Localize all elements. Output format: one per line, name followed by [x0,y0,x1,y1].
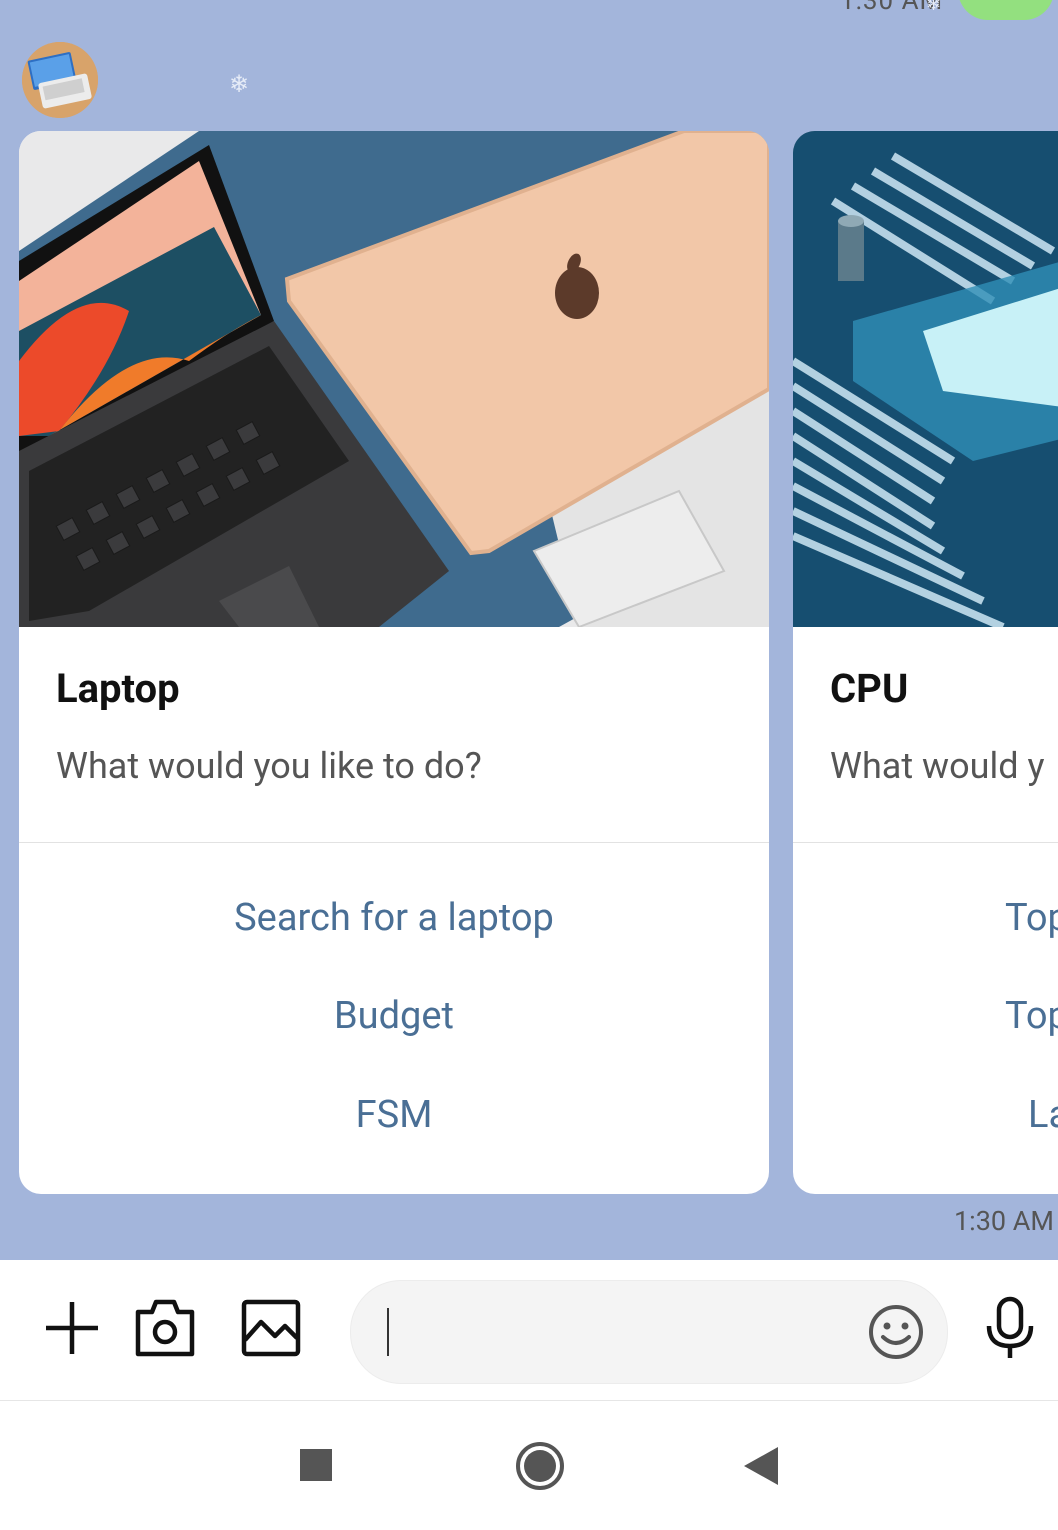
cpu-card: CPU What would y Top Top La [793,131,1058,1194]
emoji-icon[interactable] [867,1303,925,1361]
cpu-action-1-button[interactable]: Top [1005,896,1058,940]
laptops-photo-icon [19,131,769,627]
laptop-card: Laptop What would you like to do? Search… [19,131,769,1194]
budget-button[interactable]: Budget [19,994,769,1038]
cpu-card-image [793,131,1058,627]
back-triangle-icon[interactable] [744,1447,778,1485]
snowflake-decoration: ❄ [926,0,942,15]
image-icon[interactable] [241,1298,301,1358]
message-time: 1:30 AM [954,1205,1054,1237]
cpu-action-3-button[interactable]: La [1028,1093,1058,1137]
laptop-avatar-icon [22,42,98,118]
message-input[interactable] [350,1280,948,1384]
divider [19,842,769,843]
cpu-action-2-button[interactable]: Top [1005,994,1058,1038]
sent-message-bubble[interactable] [958,0,1054,20]
cpu-photo-icon [793,131,1058,627]
home-circle-icon[interactable] [515,1441,565,1491]
search-laptop-button[interactable]: Search for a laptop [19,896,769,940]
card-title: Laptop [56,665,180,712]
plus-icon[interactable] [42,1298,102,1358]
microphone-icon[interactable] [984,1296,1036,1360]
fsm-button[interactable]: FSM [19,1093,769,1137]
bot-avatar[interactable] [22,42,98,118]
card-title: CPU [830,665,909,712]
system-navigation-bar [0,1401,1058,1530]
laptop-card-image [19,131,769,627]
camera-icon[interactable] [134,1298,196,1358]
chat-area: 1:30 AM ❄ ❄ Laptop What would you like t… [0,0,1058,1260]
recents-square-icon[interactable] [300,1449,332,1481]
text-caret [387,1308,389,1356]
divider [793,842,1058,843]
snowflake-decoration: ❄ [229,70,250,98]
card-subtitle: What would you like to do? [56,745,482,787]
card-subtitle: What would y [830,745,1045,787]
